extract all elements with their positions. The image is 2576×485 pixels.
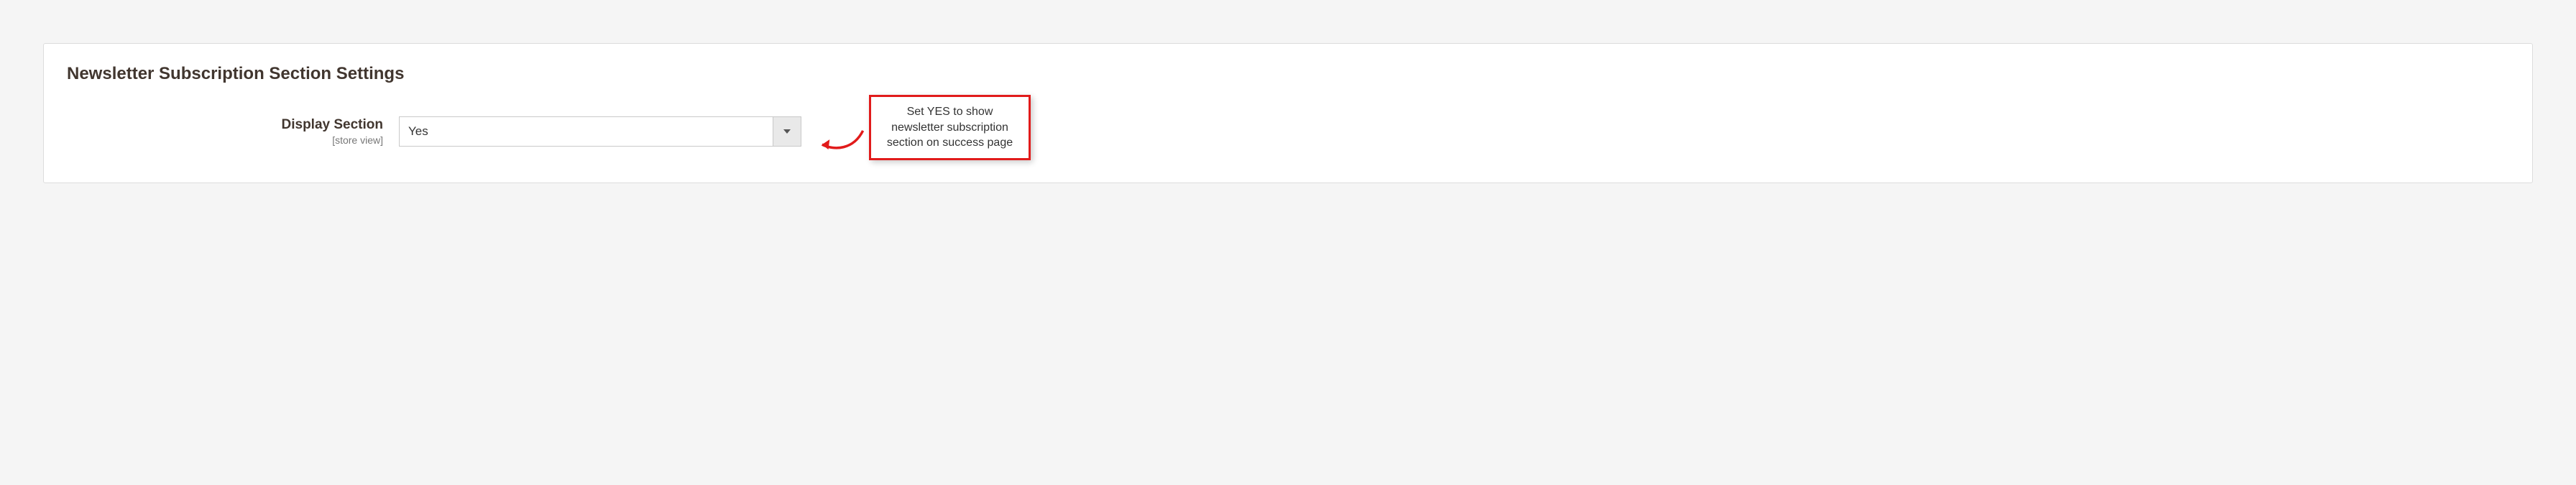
chevron-down-icon <box>783 129 791 134</box>
dropdown-caret[interactable] <box>773 116 801 147</box>
annotation-tooltip: Set YES to show newsletter subscription … <box>869 95 1031 160</box>
settings-panel: Newsletter Subscription Section Settings… <box>43 43 2533 183</box>
label-column: Display Section [store view] <box>67 117 383 146</box>
scope-label: [store view] <box>67 134 383 146</box>
annotation-text: Set YES to show newsletter subscription … <box>887 106 1013 149</box>
display-section-label: Display Section <box>67 117 383 133</box>
annotation-arrow-icon <box>816 122 866 158</box>
display-section-select[interactable]: Yes <box>399 116 801 147</box>
panel-title: Newsletter Subscription Section Settings <box>67 64 2509 84</box>
select-value: Yes <box>399 116 801 147</box>
display-section-row: Display Section [store view] Yes Set YES… <box>67 116 2509 147</box>
